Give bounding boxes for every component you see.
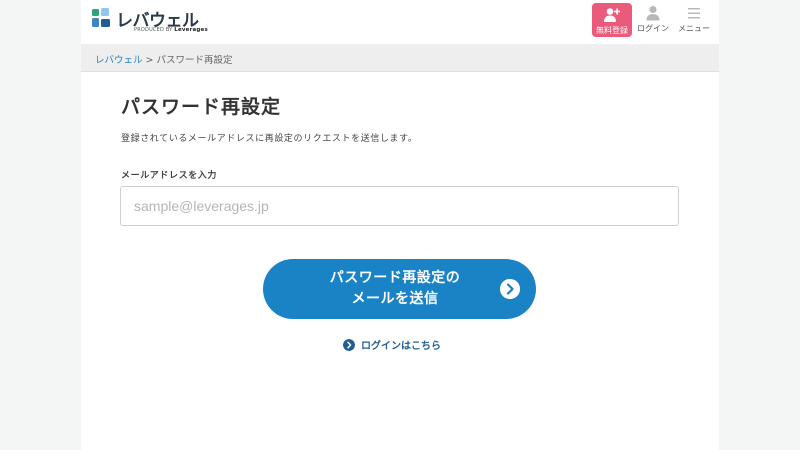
user-icon — [646, 6, 660, 21]
submit-label-line2: メールを送信 — [351, 291, 439, 307]
breadcrumb-current: パスワード再設定 — [156, 55, 233, 66]
submit-label-line1: パスワード再設定の — [329, 270, 461, 286]
breadcrumb-separator: > — [145, 55, 154, 66]
page-title: パスワード再設定 — [121, 96, 282, 118]
menu-label: メニュー — [678, 24, 710, 33]
logo-mark-icon — [92, 8, 110, 27]
site-header: レバウェル PRODUCED BY Leverages 無料登録 ログイン メニ… — [81, 0, 719, 44]
signup-button[interactable]: 無料登録 — [592, 3, 632, 37]
send-reset-email-button[interactable]: パスワード再設定の メールを送信 — [263, 259, 536, 319]
login-label: ログイン — [637, 24, 669, 33]
chevron-right-circle-icon — [343, 339, 355, 351]
email-label: メールアドレスを入力 — [121, 171, 218, 181]
chevron-right-circle-icon — [500, 279, 520, 299]
menu-button[interactable]: メニュー — [673, 3, 715, 37]
breadcrumb: レバウェル > パスワード再設定 — [81, 44, 719, 72]
login-link-label: ログインはこちら — [361, 341, 441, 352]
breadcrumb-home-link[interactable]: レバウェル — [95, 55, 143, 66]
add-user-icon — [604, 8, 621, 22]
email-field[interactable] — [120, 186, 679, 226]
logo-subtitle: PRODUCED BY Leverages — [134, 27, 208, 33]
logo[interactable]: レバウェル PRODUCED BY Leverages — [91, 6, 208, 36]
login-link[interactable]: ログインはこちら — [343, 337, 441, 352]
page-description: 登録されているメールアドレスに再設定のリクエストを送信します。 — [121, 134, 418, 144]
page: レバウェル PRODUCED BY Leverages 無料登録 ログイン メニ… — [81, 0, 719, 450]
login-button[interactable]: ログイン — [632, 3, 674, 37]
hamburger-icon — [688, 8, 700, 19]
signup-label: 無料登録 — [596, 26, 628, 35]
